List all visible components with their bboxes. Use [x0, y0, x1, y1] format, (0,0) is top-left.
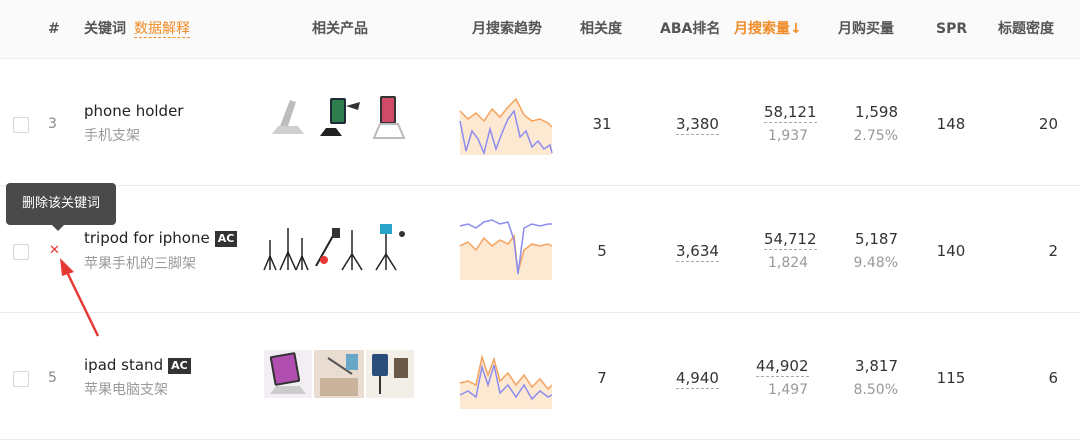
monthly-search-sub: 1,824 [768, 255, 809, 271]
header-relevance: 相关度 [580, 21, 622, 37]
relevance-value: 31 [592, 115, 612, 133]
header-monthly-search-sort[interactable]: 月搜索量↓ [734, 0, 802, 58]
keyword-label: tripod for iphone [84, 229, 210, 247]
ac-badge: AC [168, 358, 191, 374]
product-image[interactable] [266, 98, 310, 142]
product-image[interactable] [264, 350, 312, 398]
table-header: # 关键词 数据解释 相关产品 月搜索趋势 相关度 ABA排名 月搜索量↓ 月购买… [0, 0, 1080, 59]
title-density-value: 6 [1048, 369, 1058, 387]
product-image[interactable] [314, 98, 362, 142]
product-image[interactable] [315, 228, 363, 271]
keyword-text[interactable]: tripod for iphone AC [84, 229, 238, 247]
product-image[interactable] [263, 228, 309, 271]
product-image[interactable] [366, 96, 412, 142]
header-title-density[interactable]: 标题密度 [998, 0, 1054, 58]
keyword-label: ipad stand [84, 356, 164, 374]
product-image[interactable] [366, 350, 414, 398]
product-images [262, 220, 416, 272]
row-checkbox[interactable] [13, 371, 29, 387]
keyword-label: phone holder [84, 102, 184, 120]
table-row: 5 ipad stand AC 苹果电脑支架 7 4,940 44,902 1,… [0, 313, 1080, 440]
title-density-value: 2 [1048, 242, 1058, 260]
table-row: tripod for iphone AC 苹果手机的三脚架 5 3,634 54… [0, 186, 1080, 313]
search-trend-sparkline[interactable] [458, 91, 554, 156]
header-aba-rank[interactable]: ABA排名 [660, 0, 720, 58]
purchase-rate: 8.50% [853, 382, 898, 398]
header-spr[interactable]: SPR [936, 0, 967, 58]
row-checkbox[interactable] [13, 244, 29, 260]
keyword-translation: 手机支架 [84, 128, 140, 144]
keyword-translation: 苹果电脑支架 [84, 382, 168, 398]
search-trend-sparkline[interactable] [458, 216, 554, 280]
relevance-value: 7 [597, 369, 607, 387]
delete-keyword-tooltip: 删除该关键词 [6, 183, 116, 231]
header-trend: 月搜索趋势 [472, 21, 542, 37]
aba-rank-value[interactable]: 3,380 [676, 115, 719, 135]
header-num: # [48, 21, 60, 37]
row-number: 3 [48, 116, 57, 132]
monthly-purchase-value: 1,598 [855, 103, 898, 121]
keyword-translation: 苹果手机的三脚架 [84, 256, 196, 272]
keyword-text[interactable]: phone holder [84, 102, 183, 120]
product-image[interactable] [314, 350, 364, 398]
close-icon[interactable]: ✕ [49, 243, 60, 258]
aba-rank-value[interactable]: 4,940 [676, 369, 719, 389]
keyword-text[interactable]: ipad stand AC [84, 356, 191, 374]
row-checkbox[interactable] [13, 117, 29, 133]
title-density-value: 20 [1038, 115, 1058, 133]
ac-badge: AC [214, 231, 238, 247]
aba-rank-value[interactable]: 3,634 [676, 242, 719, 262]
monthly-purchase-value: 5,187 [855, 230, 898, 248]
monthly-purchase-value: 3,817 [855, 357, 898, 375]
header-keyword-label: 关键词 [84, 21, 126, 37]
monthly-search-value[interactable]: 44,902 [756, 357, 809, 377]
monthly-search-value[interactable]: 54,712 [764, 230, 817, 250]
header-products: 相关产品 [312, 21, 368, 37]
purchase-rate: 2.75% [853, 128, 898, 144]
row-number: 5 [48, 370, 57, 386]
header-monthly-purchase[interactable]: 月购买量 [838, 0, 894, 58]
product-images [262, 92, 416, 144]
spr-value: 148 [936, 115, 966, 133]
header-keyword: 关键词 数据解释 [84, 0, 190, 58]
monthly-search-sub: 1,937 [768, 128, 809, 144]
product-image[interactable] [375, 224, 405, 271]
table-row: 3 phone holder 手机支架 31 3,380 58,121 1,93… [0, 59, 1080, 186]
spr-value: 115 [936, 369, 966, 387]
monthly-search-sub: 1,497 [768, 382, 809, 398]
data-explanation-link[interactable]: 数据解释 [134, 21, 190, 38]
spr-value: 140 [936, 242, 966, 260]
monthly-search-value[interactable]: 58,121 [764, 103, 817, 123]
search-trend-sparkline[interactable] [458, 345, 554, 409]
product-images [262, 348, 416, 400]
purchase-rate: 9.48% [853, 255, 898, 271]
relevance-value: 5 [597, 242, 607, 260]
